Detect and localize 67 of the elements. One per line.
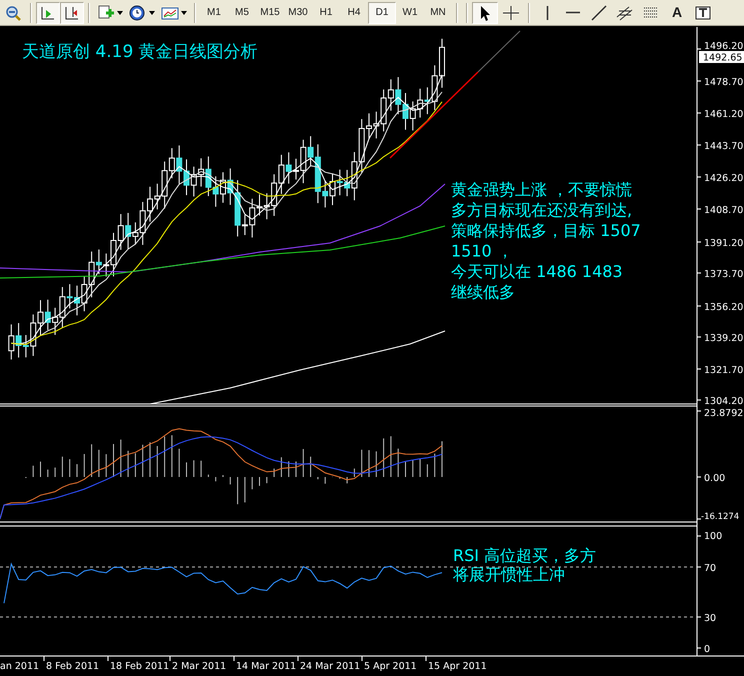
indicator-label: -16.1274	[701, 512, 740, 522]
annotation-text: 将展开惯性上冲	[453, 565, 565, 584]
text-label-icon	[694, 4, 712, 20]
chart-shift-icon	[63, 4, 81, 20]
annotation-text: RSI 高位超买，多方	[453, 546, 596, 565]
timeframe-button[interactable]: W1	[396, 2, 424, 24]
template-icon	[161, 4, 179, 20]
text-tool-button[interactable]: A	[664, 2, 690, 24]
price-label: 1356.20	[704, 302, 744, 313]
indicator-label: 70	[704, 563, 716, 574]
chart-title: 天道原创 4.19 黄金日线图分析	[22, 42, 258, 62]
channel-icon	[616, 4, 634, 20]
crosshair-icon	[502, 4, 520, 20]
zoom-out-icon	[5, 4, 23, 20]
date-label: 8 Feb 2011	[46, 661, 100, 672]
autoscroll-icon	[39, 4, 57, 20]
price-label: 1461.20	[704, 109, 744, 120]
autoscroll-button[interactable]	[36, 2, 60, 24]
price-label: 1373.70	[704, 269, 744, 280]
fibonacci-icon	[642, 4, 660, 20]
timeframe-button[interactable]: M30	[284, 2, 312, 24]
price-label: 1408.70	[704, 205, 744, 216]
date-label: 18 Feb 2011	[110, 661, 170, 672]
caret-icon	[117, 10, 123, 14]
indicator-label: 0.00	[704, 473, 726, 484]
annotation-text: 策略保持低多，目标 1507	[451, 221, 641, 240]
indicator-label: 100	[704, 531, 722, 542]
annotation-text: 1510 ，	[451, 242, 513, 260]
indicator-label: 23.8792	[704, 408, 744, 419]
date-label: 5 Apr 2011	[364, 661, 417, 672]
timeframe-button[interactable]: M15	[256, 2, 284, 24]
vertical-line-icon	[546, 6, 548, 20]
price-label: 1321.70	[704, 365, 744, 376]
price-label: 1478.70	[704, 77, 744, 88]
date-label: an 2011	[0, 661, 40, 672]
price-label: 1443.70	[704, 141, 744, 152]
annotation-text: 今天可以在 1486 1483	[451, 262, 623, 281]
date-label: 14 Mar 2011	[236, 661, 296, 672]
timeframe-button[interactable]: H4	[340, 2, 368, 24]
date-label: 24 Mar 2011	[300, 661, 360, 672]
annotation-text: 多方目标现在还没有到达,	[451, 200, 632, 220]
caret-icon	[181, 10, 187, 14]
chart-shift-button[interactable]	[60, 2, 84, 24]
price-label: 1496.20	[704, 41, 744, 52]
date-label: 2 Mar 2011	[172, 661, 226, 672]
price-label: 1426.20	[704, 173, 744, 184]
trend-line-icon	[590, 4, 608, 20]
indicator-label: 0	[704, 644, 710, 655]
cursor-tool-button[interactable]	[472, 2, 498, 24]
date-label: 15 Apr 2011	[428, 661, 487, 672]
timeframe-button[interactable]: MN	[424, 2, 452, 24]
timeframe-button[interactable]: M5	[228, 2, 256, 24]
price-label: 1304.20	[704, 396, 744, 407]
price-label: 1391.20	[704, 238, 744, 249]
horizontal-line-icon	[566, 11, 580, 14]
timeframe-button[interactable]: M1	[200, 2, 228, 24]
trend-line-extension	[478, 30, 520, 72]
annotation-text: 黄金强势上涨 ，不要惊慌	[451, 180, 632, 199]
new-chart-icon	[97, 4, 115, 20]
current-price-label: 1492.65	[699, 51, 744, 64]
timeframe-button[interactable]: H1	[312, 2, 340, 24]
indicator-label: 30	[704, 613, 716, 624]
clock-icon	[129, 4, 147, 20]
caret-icon	[149, 10, 155, 14]
timeframe-button[interactable]: D1	[368, 2, 396, 24]
price-label: 1339.20	[704, 333, 744, 344]
annotation-text: 继续低多	[451, 282, 515, 302]
